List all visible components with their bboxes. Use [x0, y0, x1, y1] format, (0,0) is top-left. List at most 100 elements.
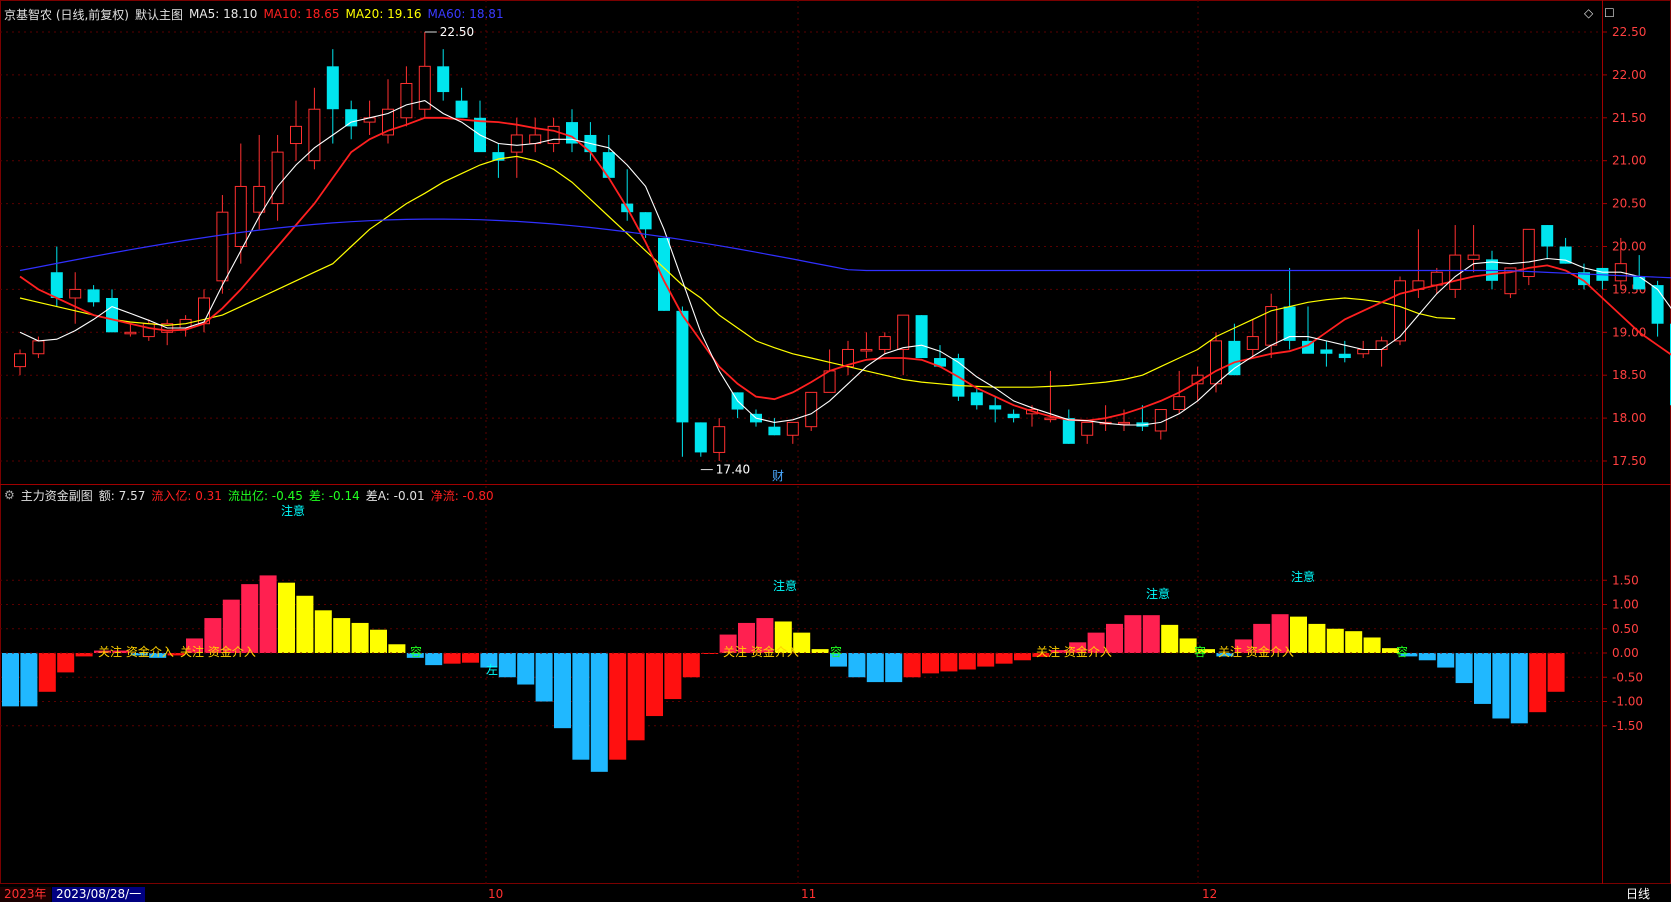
candle-down [1651, 285, 1664, 324]
flow-bar [682, 653, 700, 678]
flow-bar [866, 653, 884, 683]
flow-bar [75, 653, 93, 657]
flow-bar [1363, 637, 1381, 653]
flow-bar [940, 653, 958, 672]
flow-bar [1547, 653, 1565, 692]
attention-label: 注意 [773, 578, 797, 593]
candle-down [106, 297, 118, 333]
flow-bar [1474, 653, 1491, 704]
candle-up [290, 125, 302, 145]
candle-up [897, 314, 910, 350]
candle-down [1320, 349, 1333, 354]
candle-down [694, 422, 707, 453]
flow-bar [1142, 615, 1160, 653]
month-10-label: 10 [488, 887, 504, 901]
candle-down [915, 315, 928, 359]
attention-label: 注意 [281, 503, 305, 518]
flow-bar [572, 653, 590, 760]
sub-tick-label: -1.00 [1612, 695, 1643, 709]
flow-bar [1124, 615, 1142, 653]
flow-bar [1437, 653, 1455, 668]
flow-bar [1529, 653, 1547, 713]
candle-up [14, 353, 26, 368]
candle-down [1633, 276, 1646, 290]
candle-down [1541, 225, 1554, 247]
flow-bar [995, 653, 1013, 664]
flow-bar [1345, 631, 1363, 653]
sub-chart-toggle-icon[interactable]: ☐ [1604, 6, 1615, 20]
candle-down [970, 392, 983, 406]
flow-bar [922, 653, 939, 674]
ma5-line [19, 100, 1671, 426]
outflow-value: 流出亿: -0.45 [227, 488, 303, 503]
time-axis-bar [0, 884, 1671, 902]
flow-bar [370, 629, 387, 653]
candle-up [234, 185, 247, 248]
price-tick-label: 20.00 [1612, 240, 1646, 254]
high-price-label: 22.50 [440, 25, 474, 39]
candle-up [1357, 348, 1370, 355]
candle-up [124, 331, 137, 335]
diff-a-value: 差A: -0.01 [365, 488, 425, 503]
price-tick-label: 21.50 [1612, 111, 1646, 125]
flow-bar [848, 653, 866, 678]
flow-bar [443, 653, 461, 664]
price-tick-label: 22.00 [1612, 68, 1646, 82]
flow-bar [259, 575, 277, 653]
candle-down [1228, 340, 1241, 376]
candle-up [1375, 340, 1388, 350]
chart-template-name[interactable]: 默认主图 [135, 6, 183, 23]
watch-label: 容 [410, 644, 422, 659]
flow-bar [535, 653, 553, 702]
candle-up [878, 336, 891, 350]
candle-down [1283, 306, 1296, 341]
focus-in-label: 关注 资金介入 [723, 644, 799, 659]
price-tick-label: 22.50 [1612, 25, 1646, 39]
flow-bar [38, 653, 56, 692]
amount-value: 额: 7.57 [98, 488, 146, 503]
flow-bar [333, 618, 351, 653]
candle-down [1007, 413, 1020, 419]
flow-bar [885, 653, 903, 683]
flow-bar [20, 653, 38, 707]
flow-bar [1418, 653, 1436, 661]
period-daily-label[interactable]: 日线 [1622, 887, 1654, 902]
stock-title[interactable]: 京基智农 (日线,前复权) [4, 6, 129, 23]
candle-down [87, 289, 100, 303]
year-label: 2023年 [0, 887, 51, 902]
focus-in-label: 关注 资金介入 [1218, 644, 1294, 659]
candle-down [658, 237, 670, 311]
gear-icon[interactable]: ⚙ [4, 488, 15, 502]
candle-down [989, 405, 1002, 410]
candle-up [1081, 421, 1094, 436]
candle-up [510, 134, 523, 153]
price-tick-label: 21.00 [1612, 154, 1646, 168]
left-label: 左 [486, 662, 498, 677]
candle-up [1173, 396, 1186, 411]
sub-tick-label: 1.50 [1612, 573, 1639, 587]
sub-tick-label: 0.00 [1612, 646, 1639, 660]
flow-bar [388, 644, 406, 653]
month-11-label: 11 [801, 887, 817, 901]
price-tick-label: 17.50 [1612, 454, 1646, 468]
price-tick-label: 18.50 [1612, 368, 1646, 382]
candle-up [1044, 417, 1057, 421]
sub-chart-title[interactable]: 主力资金副图 [21, 487, 93, 504]
attention-label: 注意 [1146, 586, 1170, 601]
price-tick-label: 18.00 [1612, 411, 1646, 425]
flow-bar [1510, 653, 1528, 724]
candle-up [860, 348, 873, 352]
net-flow-value: 净流: -0.80 [430, 488, 494, 503]
ma5-value: MA5: 18.10 [189, 7, 258, 21]
flow-bar [609, 653, 627, 760]
diamond-icon[interactable]: ◇ [1584, 6, 1593, 20]
candle-down [455, 100, 468, 118]
watch-label: 容 [830, 644, 842, 659]
flow-bar [498, 653, 516, 678]
chart-canvas[interactable]: 22.5022.0021.5021.0020.5020.0019.5019.00… [0, 0, 1671, 902]
candle-up [1467, 254, 1480, 260]
candle-up [1118, 421, 1130, 425]
price-tick-label: 20.50 [1612, 197, 1646, 211]
price-tick-label: 19.00 [1612, 325, 1646, 339]
candle-down [1559, 246, 1572, 264]
